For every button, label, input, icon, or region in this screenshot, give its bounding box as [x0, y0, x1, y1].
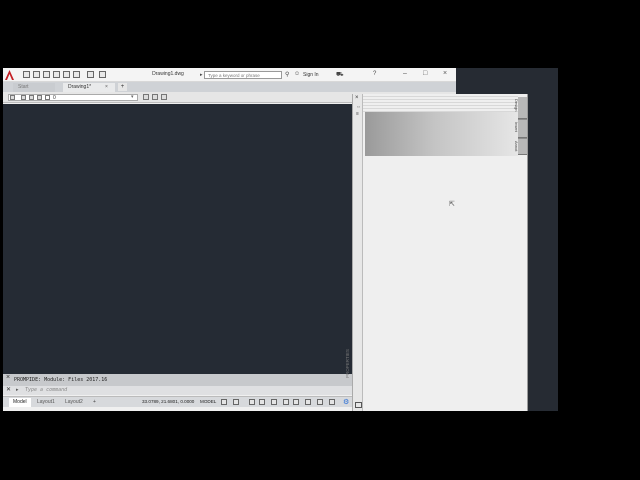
document-title: Drawing1.dwg [152, 71, 184, 77]
workspace-icon[interactable] [329, 399, 335, 405]
layer-dropdown[interactable]: 0 ▾ [8, 94, 138, 101]
cart-icon[interactable]: ⛟ [336, 71, 344, 79]
open-file-icon[interactable] [33, 71, 40, 78]
search-input[interactable]: Type a keyword or phrase [204, 71, 282, 79]
coordinate-readout: 33.0789, 21.6801, 0.0000 [142, 399, 195, 404]
palette-tab-annot[interactable]: Annot [514, 139, 527, 155]
palette-autohide-icon[interactable]: ⇔ [356, 104, 361, 110]
tab-close-icon[interactable]: × [105, 83, 108, 92]
binoculars-search-icon[interactable]: ⚲ [285, 71, 289, 78]
palette-close-icon[interactable]: × [355, 95, 359, 101]
osnap-icon[interactable] [293, 399, 299, 405]
customization-icon[interactable]: ⚙ [343, 398, 349, 406]
add-layout-button[interactable]: + [89, 398, 100, 407]
grid-icon[interactable] [221, 399, 227, 405]
palette-title: PROPERTIES [345, 349, 350, 378]
palette-side-tabs: Design Insert Annot [514, 97, 527, 155]
qat-dropdown-icon[interactable] [99, 71, 106, 78]
drawing-canvas[interactable] [3, 104, 352, 374]
ortho-icon[interactable] [249, 399, 255, 405]
match-layer-icon[interactable] [152, 94, 158, 100]
file-tabs: Start Drawing1* × + [3, 82, 456, 92]
save-icon[interactable] [43, 71, 50, 78]
help-icon[interactable]: ? [373, 71, 376, 77]
make-current-icon[interactable] [143, 94, 149, 100]
previous-layer-icon[interactable] [161, 94, 167, 100]
isodraft-icon[interactable] [271, 399, 277, 405]
app-logo-icon[interactable] [4, 69, 15, 81]
mouse-cursor-icon: ⇱ [449, 201, 455, 208]
sun-icon[interactable] [29, 95, 34, 100]
layer-name: 0 [53, 95, 56, 101]
snap-icon[interactable] [233, 399, 239, 405]
sign-in-button[interactable]: Sign In [303, 72, 319, 78]
status-bar: Model Layout1 Layout2 + 33.0789, 21.6801… [3, 396, 352, 407]
color-swatch-icon [45, 95, 50, 100]
new-tab-button[interactable]: + [118, 83, 127, 91]
tab-start[interactable]: Start [13, 83, 55, 92]
palette-settings-icon[interactable] [355, 402, 362, 408]
redo-icon[interactable] [87, 71, 94, 78]
save-as-icon[interactable] [53, 71, 60, 78]
bulb-icon[interactable] [21, 95, 26, 100]
maximize-button[interactable]: □ [423, 70, 427, 77]
command-line[interactable]: ✕ ▸ Type a command [3, 386, 352, 395]
command-close-icon[interactable]: × [6, 374, 10, 381]
model-space-toggle[interactable]: MODEL [200, 399, 216, 404]
annotation-scale-icon[interactable] [317, 399, 323, 405]
search-expand-icon[interactable]: ▸ [200, 72, 203, 78]
screen: Drawing1.dwg ▸ Type a keyword or phrase … [0, 0, 640, 480]
customize-icon[interactable]: ✕ [6, 386, 11, 393]
palette-header-lines [363, 94, 518, 112]
palette-preview [365, 112, 518, 156]
title-bar: Drawing1.dwg ▸ Type a keyword or phrase … [3, 68, 456, 82]
palette-tab-insert[interactable]: Insert [514, 120, 527, 138]
autocad-window: Drawing1.dwg ▸ Type a keyword or phrase … [3, 68, 528, 411]
layer-properties-icon[interactable] [10, 95, 15, 100]
layout-tab-layout1[interactable]: Layout1 [33, 398, 59, 407]
command-history-text: PROMPIDE: Module: Files 2017.16 [14, 377, 108, 383]
layout-tab-model[interactable]: Model [9, 398, 31, 407]
lineweight-icon[interactable] [305, 399, 311, 405]
command-input[interactable]: Type a command [25, 387, 67, 393]
new-file-icon[interactable] [23, 71, 30, 78]
close-button[interactable]: × [443, 70, 447, 77]
undo-icon[interactable] [73, 71, 80, 78]
palette-tab-design[interactable]: Design [514, 97, 527, 119]
chevron-down-icon[interactable]: ▾ [131, 94, 134, 100]
minimize-button[interactable]: – [403, 70, 407, 77]
user-icon[interactable]: ☺ [294, 71, 300, 77]
layout-tab-layout2[interactable]: Layout2 [61, 398, 87, 407]
recent-commands-icon[interactable]: ▸ [16, 387, 19, 393]
properties-palette[interactable]: Design Insert Annot ⇱ [363, 94, 528, 411]
palette-title-strip: × ⇔ ≡ PROPERTIES [345, 94, 363, 411]
palette-menu-icon[interactable]: ≡ [356, 111, 359, 117]
command-history: × PROMPIDE: Module: Files 2017.16 [3, 374, 352, 386]
polar-icon[interactable] [259, 399, 265, 405]
plot-icon[interactable] [63, 71, 70, 78]
object-tracking-icon[interactable] [283, 399, 289, 405]
lock-icon[interactable] [37, 95, 42, 100]
